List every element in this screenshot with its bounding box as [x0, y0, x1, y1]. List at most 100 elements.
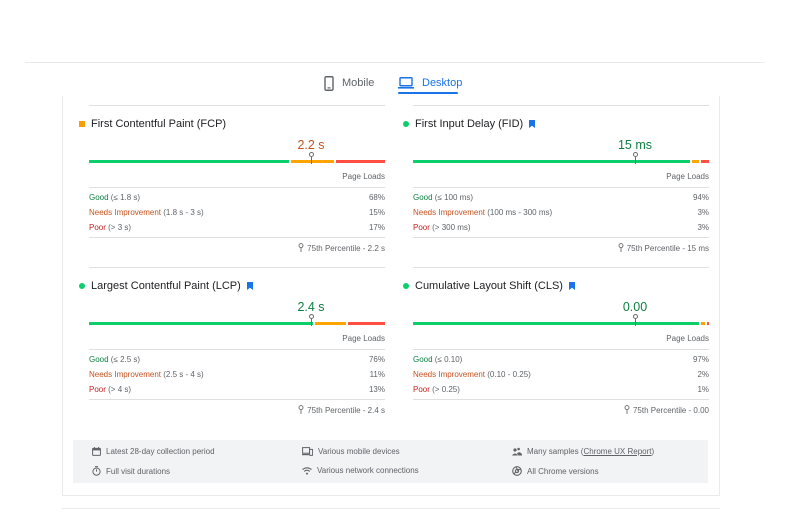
- location-pin-icon: [618, 243, 624, 254]
- row-threshold: (> 0.25): [429, 385, 460, 394]
- data-source-summary: Latest 28-day collection period Full vis…: [73, 440, 708, 483]
- tab-desktop-label: Desktop: [422, 77, 463, 89]
- row-percent: 97%: [692, 355, 709, 364]
- metric-name: First Input Delay (FID): [415, 118, 524, 130]
- row-label: Needs Improvement: [413, 208, 486, 217]
- location-pin-icon: [624, 405, 630, 416]
- chrome-icon: [512, 466, 522, 476]
- row-threshold: (> 300 ms): [429, 223, 471, 232]
- bottom-divider: [62, 508, 720, 509]
- distribution-poor-segment: [707, 322, 709, 325]
- distribution-needs-improvement-segment: [692, 160, 700, 163]
- percentile: 75th Percentile - 2.2 s: [298, 243, 385, 254]
- device-tabs: Mobile Desktop: [0, 62, 800, 96]
- rows-divider: [89, 187, 385, 188]
- row-label: Needs Improvement: [89, 370, 162, 379]
- percentile-text: 75th Percentile - 15 ms: [626, 244, 709, 253]
- row-percent: 11%: [369, 370, 385, 379]
- phone-icon: [324, 75, 334, 91]
- row-threshold: (≤ 100 ms): [432, 193, 473, 202]
- location-pin-icon: [298, 243, 304, 254]
- tab-mobile[interactable]: Mobile: [324, 70, 374, 96]
- distribution-bar: [89, 322, 385, 325]
- bookmark-icon[interactable]: [529, 120, 536, 128]
- row-percent: 15%: [368, 208, 385, 217]
- row-label: Poor: [89, 223, 106, 232]
- good-dot-icon: [403, 121, 409, 127]
- metric-name: Cumulative Layout Shift (CLS): [415, 280, 563, 292]
- percentile: 75th Percentile - 15 ms: [618, 243, 709, 254]
- metric-divider: [413, 105, 709, 106]
- mobile-devices: Various mobile devices: [302, 447, 400, 456]
- distribution-good-segment: [89, 160, 290, 163]
- metric-value: 0.00: [622, 300, 648, 314]
- page-loads-label: Page Loads: [666, 334, 709, 343]
- metric-divider: [89, 105, 385, 106]
- samples-icon: [512, 447, 522, 456]
- metric-value: 2.2 s: [297, 138, 325, 152]
- rows-divider: [413, 187, 709, 188]
- row-label: Good: [413, 355, 433, 364]
- row-percent: 76%: [368, 355, 385, 364]
- metric-title: Cumulative Layout Shift (CLS): [403, 280, 575, 292]
- page-loads-label: Page Loads: [342, 172, 385, 181]
- distribution-good-segment: [413, 322, 700, 325]
- row-threshold: (≤ 2.5 s): [108, 355, 141, 364]
- distribution-good-segment: [89, 322, 313, 325]
- rows-divider: [413, 399, 709, 400]
- metric-value: 15 ms: [617, 138, 653, 152]
- percentile-text: 75th Percentile - 2.2 s: [307, 244, 385, 253]
- needs-improvement-square-icon: [79, 121, 85, 127]
- row-threshold: (100 ms - 300 ms): [485, 208, 553, 217]
- percentile-text: 75th Percentile - 2.4 s: [307, 406, 385, 415]
- distribution-good-segment: [413, 160, 691, 163]
- bookmark-icon[interactable]: [568, 282, 575, 290]
- metric-value: 2.4 s: [297, 300, 325, 314]
- bookmark-icon[interactable]: [246, 282, 253, 290]
- metric-divider: [413, 267, 709, 268]
- chrome-versions: All Chrome versions: [512, 466, 599, 476]
- row-label: Good: [89, 193, 109, 202]
- good-dot-icon: [403, 283, 409, 289]
- laptop-icon: [398, 77, 414, 89]
- percentile-marker: [308, 152, 314, 164]
- distribution-bar: [413, 322, 709, 325]
- row-threshold: (> 4 s): [105, 385, 132, 394]
- rows-divider: [413, 237, 709, 238]
- percentile-marker: [632, 314, 638, 326]
- row-threshold: (≤ 1.8 s): [108, 193, 141, 202]
- wifi-icon: [302, 466, 312, 475]
- row-label: Poor: [413, 385, 430, 394]
- calendar-icon: [92, 447, 101, 456]
- distribution-needs-improvement-segment: [701, 322, 706, 325]
- metric-fid: First Input Delay (FID) 15 ms Page Loads…: [403, 105, 709, 255]
- distribution-poor-segment: [701, 160, 709, 163]
- row-label: Poor: [413, 223, 430, 232]
- network-connections: Various network connections: [302, 466, 419, 475]
- metric-title: First Input Delay (FID): [403, 118, 536, 130]
- chrome-ux-report-link[interactable]: Chrome UX Report: [583, 447, 651, 456]
- row-label: Good: [413, 193, 433, 202]
- row-threshold: (≤ 0.10): [432, 355, 463, 364]
- tab-active-indicator: [398, 92, 458, 94]
- row-label: Good: [89, 355, 109, 364]
- visit-durations: Full visit durations: [92, 466, 170, 476]
- row-percent: 94%: [692, 193, 709, 202]
- metric-lcp: Largest Contentful Paint (LCP) 2.4 s Pag…: [79, 267, 385, 417]
- row-percent: 3%: [697, 208, 709, 217]
- metric-title: Largest Contentful Paint (LCP): [79, 280, 253, 292]
- distribution-poor-segment: [347, 322, 385, 325]
- row-threshold: (> 3 s): [105, 223, 132, 232]
- row-percent: 17%: [368, 223, 385, 232]
- metric-fcp: First Contentful Paint (FCP) 2.2 s Page …: [79, 105, 385, 255]
- good-dot-icon: [79, 283, 85, 289]
- collection-period: Latest 28-day collection period: [92, 447, 215, 456]
- rows-divider: [89, 237, 385, 238]
- row-percent: 1%: [697, 385, 709, 394]
- page-loads-label: Page Loads: [666, 172, 709, 181]
- percentile: 75th Percentile - 2.4 s: [298, 405, 385, 416]
- distribution-needs-improvement-segment: [314, 322, 346, 325]
- distribution-poor-segment: [335, 160, 385, 163]
- row-label: Poor: [89, 385, 106, 394]
- sample-source: Many samples (Chrome UX Report): [512, 447, 654, 456]
